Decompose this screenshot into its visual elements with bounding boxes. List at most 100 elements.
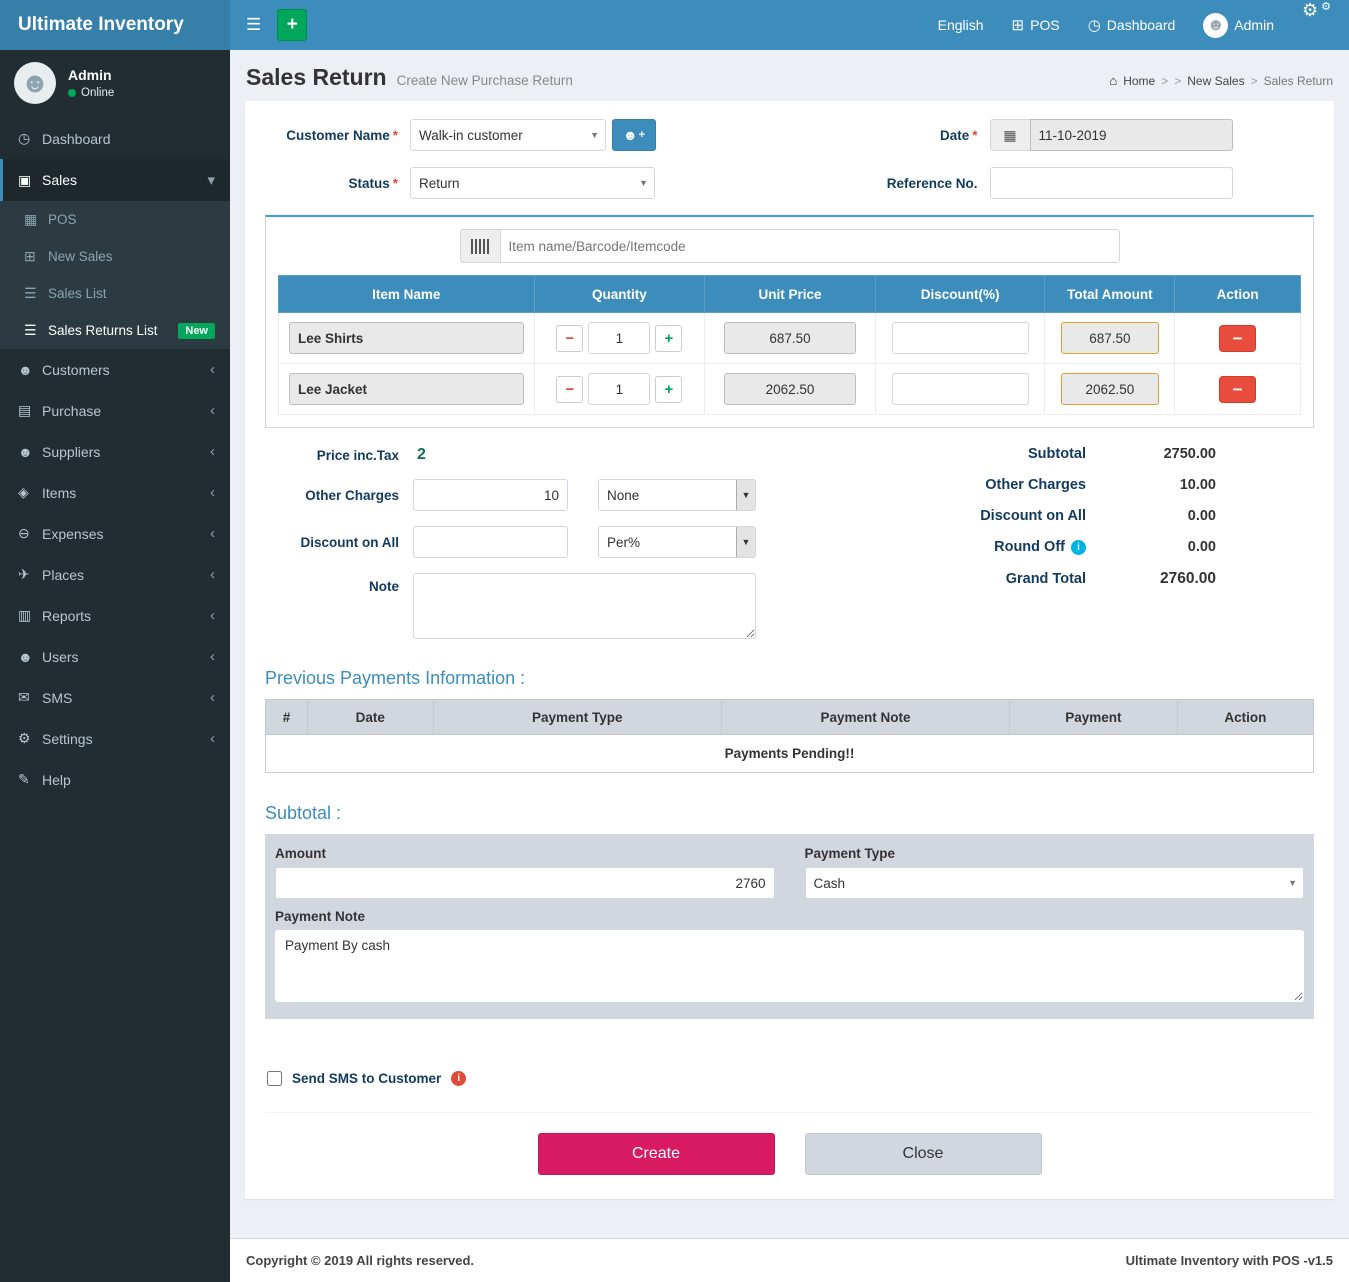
sidebar-item-dashboard[interactable]: ◷ Dashboard (0, 118, 230, 159)
status-select[interactable]: Return (410, 167, 655, 199)
customer-name-label: Customer Name* (265, 128, 410, 143)
sidebar-item-sales[interactable]: ▣ Sales ▾ (0, 159, 230, 201)
quantity-increase-button[interactable]: + (655, 325, 682, 352)
online-dot-icon (68, 89, 76, 97)
chevron-down-icon: ▾ (207, 171, 215, 189)
help-icon: ✎ (18, 771, 42, 788)
sidebar-item-reports[interactable]: ▥ Reports ‹ (0, 595, 230, 636)
users-icon: ☻ (18, 362, 42, 378)
payment-type-select[interactable]: Cash (805, 867, 1305, 899)
quantity-decrease-button[interactable]: − (556, 376, 583, 403)
other-charges-input[interactable] (413, 479, 568, 511)
topbar-pos-link[interactable]: ⊞ POS (1012, 0, 1060, 50)
reference-no-label: Reference No. (790, 176, 990, 191)
users-icon: ☻ (18, 649, 42, 665)
item-search-input[interactable] (500, 229, 1120, 263)
user-menu[interactable]: ☻ Admin (1203, 0, 1274, 50)
content-header: Sales Return Create New Purchase Return … (230, 50, 1349, 101)
send-sms-checkbox[interactable] (267, 1071, 282, 1086)
sidebar-item-settings[interactable]: ⚙ Settings ‹ (0, 718, 230, 759)
sidebar-item-expenses[interactable]: ⊖ Expenses ‹ (0, 513, 230, 554)
delete-row-button[interactable]: − (1219, 325, 1256, 352)
sidebar-toggle-hamburger-icon[interactable]: ☰ (230, 0, 277, 50)
discount-input[interactable] (892, 322, 1029, 354)
total-amount-input[interactable] (1061, 373, 1159, 405)
cart-icon: ▣ (18, 172, 42, 189)
quick-add-button[interactable]: + (277, 9, 307, 41)
customer-select[interactable]: Walk-in customer (410, 119, 606, 151)
sidebar-item-sms[interactable]: ✉ SMS ‹ (0, 677, 230, 718)
language-menu[interactable]: English (938, 0, 984, 50)
quantity-input[interactable] (588, 322, 650, 354)
discount-type-select[interactable]: Per% (598, 526, 756, 558)
sidebar: ☻ Admin Online ◷ Dashboard ▣ Sales ▾ (0, 50, 230, 1282)
sidebar-item-purchase[interactable]: ▤ Purchase ‹ (0, 390, 230, 431)
round-off-info-icon[interactable]: i (1071, 540, 1086, 555)
breadcrumb-home-link[interactable]: Home (1123, 74, 1155, 88)
date-label: Date* (790, 128, 990, 143)
discount-on-all-input[interactable] (413, 526, 568, 558)
delete-row-button[interactable]: − (1219, 376, 1256, 403)
brand-logo[interactable]: Ultimate Inventory (0, 0, 230, 50)
other-charges-type-select[interactable]: None (598, 479, 756, 511)
col-payment-note: Payment Note (721, 700, 1009, 735)
topbar-dashboard-link[interactable]: ◷ Dashboard (1088, 0, 1176, 50)
status-label: Status* (265, 176, 410, 191)
col-total-amount: Total Amount (1045, 276, 1175, 313)
amount-label: Amount (275, 846, 775, 861)
close-button[interactable]: Close (805, 1133, 1042, 1175)
total-amount-input[interactable] (1061, 322, 1159, 354)
quantity-increase-button[interactable]: + (655, 376, 682, 403)
discount-input[interactable] (892, 373, 1029, 405)
col-number: # (266, 700, 308, 735)
sidebar-item-users[interactable]: ☻ Users ‹ (0, 636, 230, 677)
sidebar-subitem-sales-returns-list[interactable]: ☰ Sales Returns List New (0, 312, 230, 349)
sms-info-icon[interactable]: i (451, 1071, 466, 1086)
note-textarea[interactable] (413, 573, 756, 639)
sidebar-subitem-new-sales[interactable]: ⊞ New Sales (0, 238, 230, 275)
sidebar-item-suppliers[interactable]: ☻ Suppliers ‹ (0, 431, 230, 472)
items-icon: ◈ (18, 484, 42, 501)
create-button[interactable]: Create (538, 1133, 775, 1175)
unit-price-input[interactable] (724, 322, 856, 354)
sidebar-subitem-pos[interactable]: ▦ POS (0, 201, 230, 238)
amount-input[interactable] (275, 867, 775, 899)
chevron-left-icon: ‹ (210, 525, 215, 542)
send-sms-label: Send SMS to Customer (292, 1071, 441, 1086)
col-payment: Payment (1010, 700, 1178, 735)
quantity-decrease-button[interactable]: − (556, 325, 583, 352)
item-name-input[interactable] (289, 322, 524, 354)
totals-summary: Subtotal 2750.00 Other Charges 10.00 Dis… (886, 446, 1216, 654)
items-table: Item Name Quantity Unit Price Discount(%… (278, 275, 1301, 415)
user-status[interactable]: Online (68, 87, 114, 99)
settings-gear-icon[interactable]: ⚙ ⚙ (1302, 0, 1331, 50)
subtotal-label: Subtotal (886, 446, 1086, 462)
sidebar-item-help[interactable]: ✎ Help (0, 759, 230, 800)
supplier-icon: ☻ (18, 444, 42, 460)
item-name-input[interactable] (289, 373, 524, 405)
topbar: Ultimate Inventory ☰ + English ⊞ POS ◷ D… (0, 0, 1349, 50)
version-text: Ultimate Inventory with POS -v1.5 (1126, 1253, 1333, 1268)
payment-type-label: Payment Type (805, 846, 1305, 861)
note-label: Note (265, 573, 413, 594)
sidebar-item-items[interactable]: ◈ Items ‹ (0, 472, 230, 513)
gear-icon: ⚙ (18, 730, 42, 747)
col-date: Date (307, 700, 433, 735)
payment-note-textarea[interactable]: Payment By cash (275, 930, 1304, 1002)
calendar-icon: ▦ (990, 119, 1030, 151)
sidebar-item-places[interactable]: ✈ Places ‹ (0, 554, 230, 595)
sidebar-item-customers[interactable]: ☻ Customers ‹ (0, 349, 230, 390)
avatar: ☻ (1203, 13, 1228, 38)
sidebar-subitem-sales-list[interactable]: ☰ Sales List (0, 275, 230, 312)
unit-price-input[interactable] (724, 373, 856, 405)
copyright-text: Copyright © 2019 All rights reserved. (246, 1253, 474, 1268)
quantity-input[interactable] (588, 373, 650, 405)
reference-no-input[interactable] (990, 167, 1233, 199)
other-charges-summary-label: Other Charges (886, 477, 1086, 493)
sidebar-menu: ◷ Dashboard ▣ Sales ▾ ▦ POS ⊞ New Sales (0, 118, 230, 800)
add-customer-button[interactable]: ☻+ (612, 119, 656, 151)
breadcrumb-new-sales-link[interactable]: New Sales (1187, 74, 1244, 88)
date-input[interactable] (1030, 119, 1233, 151)
chevron-left-icon: ‹ (210, 566, 215, 583)
items-panel: Item Name Quantity Unit Price Discount(%… (265, 215, 1314, 428)
